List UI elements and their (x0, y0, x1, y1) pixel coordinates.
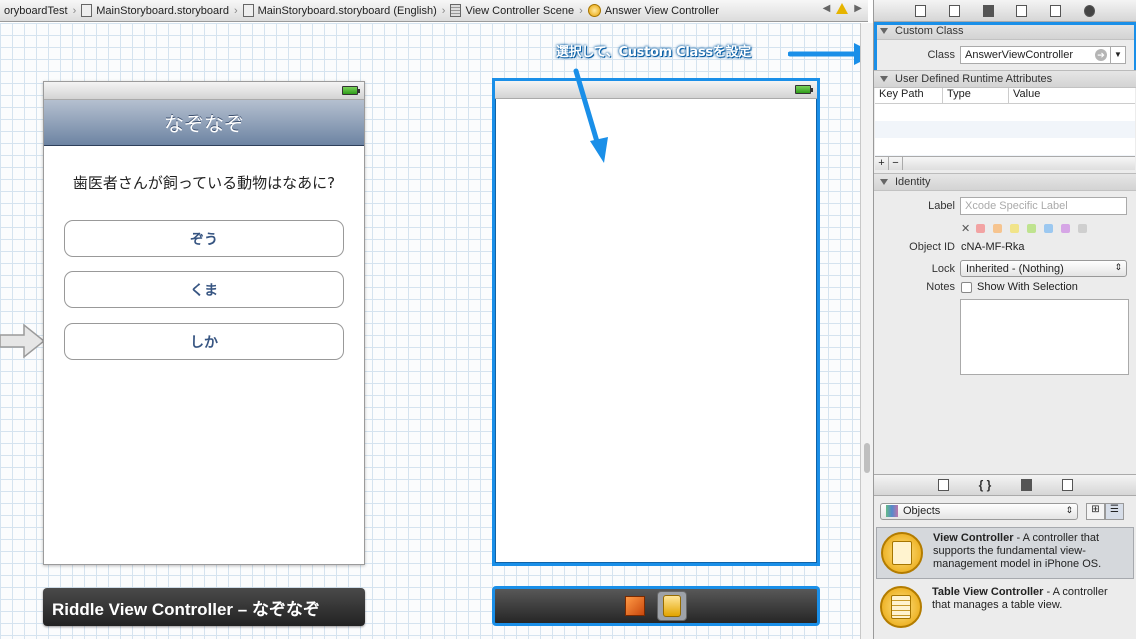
custom-class-header[interactable]: Custom Class (874, 22, 1136, 40)
nav-title: なぞなぞ (164, 112, 244, 136)
status-bar (44, 82, 364, 100)
question-label[interactable]: 歯医者さんが飼っている動物はなあに? (44, 172, 364, 193)
object-library-tab-icon[interactable] (1021, 479, 1033, 491)
runtime-attributes-table-header: Key Path Type Value (875, 88, 1135, 104)
battery-icon (795, 85, 813, 94)
color-swatch-gray[interactable] (1078, 224, 1088, 233)
xcode-label-field[interactable]: Xcode Specific Label (960, 197, 1127, 215)
notes-text-area[interactable] (960, 299, 1129, 375)
view-controller-icon (881, 532, 923, 574)
library-tabs: { } (874, 474, 1136, 496)
object-id-value: cNA-MF-Rka (961, 241, 1025, 253)
breadcrumb-view-controller[interactable]: Answer View Controller (584, 4, 723, 17)
battery-icon (342, 86, 360, 95)
object-id-row: Object ID cNA-MF-Rka (909, 241, 1025, 253)
next-issue-icon[interactable]: ▶ (854, 3, 862, 14)
list-view-icon[interactable]: ☰ (1105, 502, 1124, 520)
up-down-arrows-icon: ⇕ (1114, 262, 1122, 272)
riddle-view-controller-scene[interactable]: なぞなぞ 歯医者さんが飼っている動物はなあに? ぞう くま しか (43, 81, 365, 565)
grid-view-icon[interactable]: ⊞ (1086, 502, 1105, 520)
show-with-selection-checkbox[interactable] (961, 281, 972, 293)
identity-label-row: Label Xcode Specific Label (874, 197, 1127, 215)
column-type[interactable]: Type (943, 88, 1009, 103)
file-template-library-tab-icon[interactable] (937, 479, 949, 491)
view-controller-icon (587, 4, 601, 17)
runtime-attributes-controls: + − (875, 156, 1135, 170)
add-attribute-button[interactable]: + (875, 157, 889, 170)
notes-row: Notes Show With Selection (926, 281, 1078, 293)
library-filter-popup[interactable]: Objects ⇕ (880, 502, 1078, 520)
navigation-bar[interactable]: なぞなぞ (44, 100, 364, 146)
column-key-path[interactable]: Key Path (875, 88, 943, 103)
identity-inspector-tab-icon[interactable] (982, 4, 994, 17)
breadcrumb-storyboard[interactable]: MainStoryboard.storyboard (77, 4, 233, 17)
media-library-tab-icon[interactable] (1062, 479, 1074, 491)
warning-icon[interactable] (836, 3, 849, 14)
chevron-down-icon[interactable]: ▼ (1110, 47, 1125, 63)
breadcrumb-scene[interactable]: View Controller Scene (446, 4, 578, 17)
breadcrumb-project[interactable]: oryboardTest (0, 5, 72, 17)
storyboard-canvas[interactable]: なぞなぞ 歯医者さんが飼っている動物はなあに? ぞう くま しか Riddle … (0, 23, 876, 639)
disclosure-triangle-icon (880, 76, 888, 82)
color-swatch-orange[interactable] (993, 224, 1003, 233)
library-toolbar: Objects ⇕ ⊞ ☰ (874, 497, 1136, 525)
status-bar (495, 81, 817, 99)
view-controller-icon[interactable] (657, 591, 687, 621)
answer-button-3[interactable]: しか (64, 323, 344, 360)
first-responder-icon[interactable] (625, 596, 645, 616)
color-swatch-blue[interactable] (1044, 224, 1054, 233)
clear-color-icon[interactable]: ✕ (961, 222, 970, 235)
color-swatch-yellow[interactable] (1010, 224, 1020, 233)
inspector-tabs (874, 0, 1136, 22)
table-view-controller-icon (880, 586, 922, 628)
attributes-inspector-tab-icon[interactable] (1016, 4, 1028, 17)
initial-scene-arrow-icon (0, 323, 46, 359)
quick-help-tab-icon[interactable] (948, 4, 960, 17)
runtime-attributes-table[interactable] (875, 104, 1135, 156)
class-row: Class AnswerViewController ➔ ▼ (874, 46, 1136, 64)
scene-icon (450, 4, 462, 17)
library-item-view-controller[interactable]: View Controller - A controller that supp… (876, 527, 1134, 579)
go-to-class-icon[interactable]: ➔ (1095, 49, 1107, 61)
breadcrumb-storyboard-english[interactable]: MainStoryboard.storyboard (English) (239, 4, 441, 17)
callout-arrow-down-icon (573, 68, 608, 163)
answer-button-2[interactable]: くま (64, 271, 344, 308)
identity-header[interactable]: Identity (874, 173, 1136, 191)
library-item-description: View Controller - A controller that supp… (933, 532, 1102, 570)
connections-inspector-tab-icon[interactable] (1083, 4, 1095, 17)
up-down-arrows-icon: ⇕ (1065, 504, 1073, 515)
library-item-table-view-controller[interactable]: Table View Controller - A controller tha… (876, 582, 1134, 634)
jump-bar-controls: ◀ ▶ (823, 3, 862, 14)
library-item-description: Table View Controller - A controller tha… (932, 586, 1108, 611)
riddle-scene-label[interactable]: Riddle View Controller – なぞなぞ (43, 588, 365, 626)
color-swatch-green[interactable] (1027, 224, 1037, 233)
storyboard-file-icon (81, 4, 93, 17)
disclosure-triangle-icon (880, 179, 888, 185)
library-books-icon (886, 505, 898, 517)
scrollbar-thumb[interactable] (864, 443, 870, 473)
answer-button-1[interactable]: ぞう (64, 220, 344, 257)
answer-scene-dock[interactable] (492, 586, 820, 626)
jump-bar: oryboardTest › MainStoryboard.storyboard… (0, 0, 868, 22)
column-value[interactable]: Value (1009, 88, 1040, 103)
color-label-row: ✕ (961, 222, 1095, 235)
lock-popup[interactable]: Inherited - (Nothing) ⇕ (960, 260, 1127, 277)
class-combo-box[interactable]: AnswerViewController ➔ ▼ (960, 46, 1126, 64)
utilities-inspector: Custom Class Class AnswerViewController … (873, 0, 1136, 639)
remove-attribute-button[interactable]: − (889, 157, 903, 170)
previous-issue-icon[interactable]: ◀ (823, 3, 831, 14)
disclosure-triangle-icon (880, 28, 888, 34)
size-inspector-tab-icon[interactable] (1049, 4, 1061, 17)
answer-view-controller-scene[interactable] (492, 78, 820, 566)
color-swatch-purple[interactable] (1061, 224, 1071, 233)
runtime-attributes-header[interactable]: User Defined Runtime Attributes (874, 70, 1136, 88)
canvas-vertical-scrollbar[interactable] (860, 23, 873, 639)
color-swatch-red[interactable] (976, 224, 986, 233)
annotation-callout: 選択して、Custom Classを設定 (556, 45, 751, 60)
lock-row: Lock Inherited - (Nothing) ⇕ (874, 260, 1127, 277)
code-snippet-library-tab[interactable]: { } (979, 478, 992, 492)
file-inspector-tab-icon[interactable] (915, 4, 927, 17)
storyboard-file-icon (242, 4, 254, 17)
